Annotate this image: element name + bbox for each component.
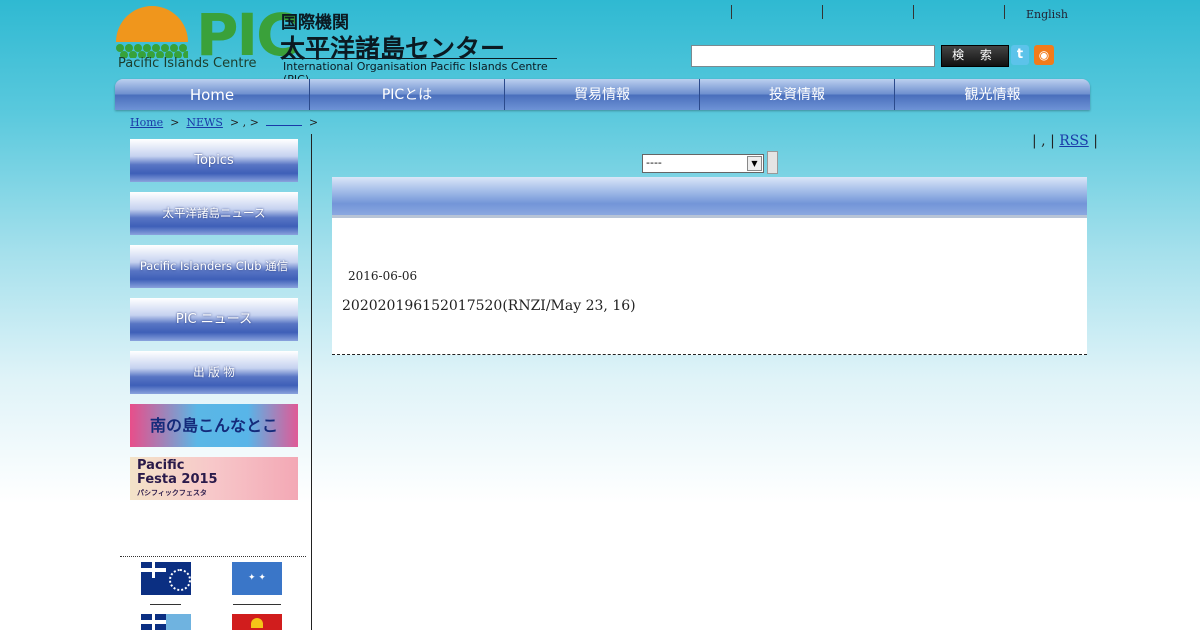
english-link[interactable]: English — [1026, 8, 1068, 21]
search-button[interactable]: 検 索 — [941, 45, 1009, 67]
logo-sun — [116, 6, 188, 42]
nav-investment[interactable]: 投資情報 — [700, 79, 895, 110]
banner-festa-line2: Festa 2015 — [137, 472, 218, 487]
sidebar-item-pic-news[interactable]: PIC ニュース — [130, 298, 298, 341]
rss-suffix: | — [1093, 133, 1098, 149]
category-select-value: ---- — [646, 156, 662, 169]
flag-link-underline — [233, 604, 281, 605]
banner-pacific-festa[interactable]: Pacific Festa 2015 パシフィックフェスタ — [130, 457, 298, 500]
rss-feed-icon[interactable]: ◉ — [1034, 45, 1054, 65]
breadcrumb-sep: > — [170, 116, 180, 129]
top-link-2[interactable] — [822, 5, 913, 19]
sidebar-item-pacific-news[interactable]: 太平洋諸島ニュース — [130, 192, 298, 235]
banner-festa-line1: Pacific — [137, 458, 185, 473]
rss-link[interactable]: RSS — [1059, 133, 1088, 149]
sidebar-separator — [120, 556, 306, 557]
logo-subtitle: Pacific Islands Centre — [118, 56, 257, 71]
sidebar-divider — [311, 134, 312, 630]
breadcrumb-news[interactable]: NEWS — [186, 116, 223, 129]
banner-south-islands[interactable]: 南の島こんなとこ — [130, 404, 298, 447]
breadcrumb-middle: > , > — [229, 116, 259, 129]
breadcrumb-current[interactable] — [265, 116, 302, 126]
post-text: 202020196152017520(RNZI/May 23, 16) — [342, 298, 636, 314]
top-links: English — [731, 5, 1095, 21]
breadcrumb-home[interactable]: Home — [130, 116, 163, 129]
breadcrumb-end: > — [308, 116, 319, 129]
rss-prefix: | , | — [1032, 133, 1055, 149]
sidebar-item-topics[interactable]: Topics — [130, 139, 298, 182]
nav-about[interactable]: PICとは — [310, 79, 505, 110]
union-jack-icon — [141, 562, 166, 578]
flag-micronesia[interactable]: ✦ ✦ — [232, 562, 282, 595]
top-link-3[interactable] — [913, 5, 1004, 19]
nav-trade[interactable]: 貿易情報 — [505, 79, 700, 110]
star-ring-icon — [169, 569, 191, 591]
flag-kiribati[interactable] — [232, 614, 282, 630]
top-link-1[interactable] — [731, 5, 822, 19]
category-go-button[interactable] — [767, 151, 778, 174]
main-nav: Home PICとは 貿易情報 投資情報 観光情報 — [115, 79, 1090, 110]
rss-line: | , | RSS | — [1032, 133, 1098, 149]
search-input[interactable] — [691, 45, 935, 67]
flag-link-underline — [150, 604, 181, 605]
sun-icon — [251, 618, 263, 628]
category-select[interactable]: ---- ▼ — [642, 154, 764, 173]
sidebar-item-islanders-club[interactable]: Pacific Islanders Club 通信 — [130, 245, 298, 288]
nav-home[interactable]: Home — [115, 79, 310, 110]
chevron-down-icon[interactable]: ▼ — [747, 156, 762, 171]
nav-tourism[interactable]: 観光情報 — [895, 79, 1090, 110]
twitter-icon[interactable]: t — [1011, 45, 1029, 65]
union-jack-icon — [141, 614, 166, 630]
flag-fiji[interactable] — [141, 614, 191, 630]
banner-festa-line3: パシフィックフェスタ — [137, 489, 207, 497]
sidebar-item-publications[interactable]: 出 版 物 — [130, 351, 298, 394]
content-box — [332, 218, 1087, 355]
content-header — [332, 177, 1087, 218]
breadcrumb: Home > NEWS > , > > — [130, 116, 318, 129]
flag-cook-islands[interactable] — [141, 562, 191, 595]
post-date: 2016-06-06 — [348, 269, 418, 283]
